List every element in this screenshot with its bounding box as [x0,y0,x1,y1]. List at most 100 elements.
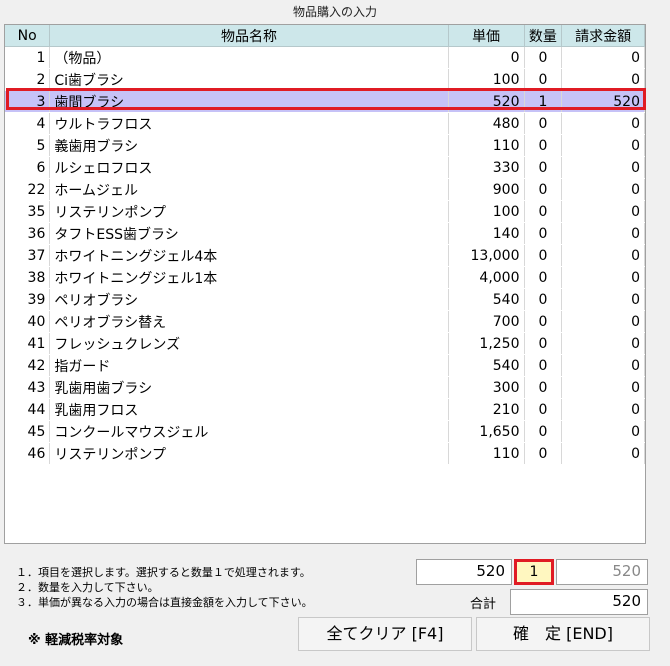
row-no: 5 [5,134,51,157]
row-no: 44 [5,398,51,421]
quantity-field[interactable]: 1 [514,559,554,585]
row-unit-price: 540 [448,354,525,377]
items-grid[interactable]: No 物品名称 単価 数量 請求金額 1 （物品） 0 0 0 2 Ci歯ブラシ 100 0 0 3… [4,24,646,544]
row-quantity: 0 [524,420,563,443]
row-unit-price: 140 [448,222,525,245]
row-name: リステリンポンプ [49,200,449,223]
table-row[interactable]: 37 ホワイトニングジェル4本 13,000 0 0 [5,244,645,267]
row-name: リステリンポンプ [49,442,449,465]
row-no: 4 [5,112,51,135]
row-amount: 0 [561,156,645,179]
instruction-3: ３．単価が異なる入力の場合は直接金額を入力して下さい。 [16,596,313,609]
items-table: No 物品名称 単価 数量 請求金額 1 （物品） 0 0 0 2 Ci歯ブラシ 100 0 0 3… [5,25,645,465]
total-field: 520 [510,589,648,615]
row-amount: 0 [561,68,645,91]
row-amount: 0 [561,134,645,157]
row-quantity: 0 [524,332,563,355]
table-row[interactable]: 2 Ci歯ブラシ 100 0 0 [5,68,645,91]
row-no: 37 [5,244,51,267]
header-row: No 物品名称 単価 数量 請求金額 [5,25,645,47]
row-unit-price: 110 [448,134,525,157]
window-title: 物品購入の入力 [292,5,377,19]
row-unit-price: 330 [448,156,525,179]
row-name: 指ガード [49,354,449,377]
amount-field[interactable]: 520 [556,559,648,585]
row-quantity: 0 [524,200,563,223]
table-row[interactable]: 1 （物品） 0 0 0 [5,46,645,69]
row-quantity: 0 [524,222,563,245]
table-row[interactable]: 38 ホワイトニングジェル1本 4,000 0 0 [5,266,645,289]
table-row[interactable]: 35 リステリンポンプ 100 0 0 [5,200,645,223]
row-quantity: 0 [524,354,563,377]
row-unit-price: 300 [448,376,525,399]
row-name: 乳歯用フロス [49,398,449,421]
row-amount: 0 [561,46,645,69]
row-no: 39 [5,288,51,311]
row-quantity: 0 [524,156,563,179]
instruction-1: １．項目を選択します。選択すると数量１で処理されます。 [16,566,311,579]
row-amount: 0 [561,112,645,135]
table-row[interactable]: 39 ペリオブラシ 540 0 0 [5,288,645,311]
table-row[interactable]: 4 ウルトラフロス 480 0 0 [5,112,645,135]
row-quantity: 0 [524,112,563,135]
row-no: 42 [5,354,51,377]
column-header-no[interactable]: No [5,25,51,47]
table-row[interactable]: 45 コンクールマウスジェル 1,650 0 0 [5,420,645,443]
row-amount: 0 [561,244,645,267]
row-amount: 0 [561,376,645,399]
table-body: 1 （物品） 0 0 0 2 Ci歯ブラシ 100 0 0 3 歯間ブラシ 520 1 520 4 ウルトラフロ… [5,46,645,465]
table-row[interactable]: 42 指ガード 540 0 0 [5,354,645,377]
row-no: 22 [5,178,51,201]
row-unit-price: 4,000 [448,266,525,289]
row-name: 乳歯用歯ブラシ [49,376,449,399]
row-name: コンクールマウスジェル [49,420,449,443]
row-amount: 0 [561,200,645,223]
table-row[interactable]: 44 乳歯用フロス 210 0 0 [5,398,645,421]
row-name: （物品） [49,46,449,69]
row-quantity: 1 [524,90,563,113]
table-row[interactable]: 46 リステリンポンプ 110 0 0 [5,442,645,465]
row-quantity: 0 [524,288,563,311]
row-no: 38 [5,266,51,289]
column-header-qty[interactable]: 数量 [524,25,563,47]
row-unit-price: 1,250 [448,332,525,355]
table-row[interactable]: 22 ホームジェル 900 0 0 [5,178,645,201]
row-amount: 0 [561,420,645,443]
row-unit-price: 1,650 [448,420,525,443]
row-amount: 0 [561,332,645,355]
table-row[interactable]: 41 フレッシュクレンズ 1,250 0 0 [5,332,645,355]
row-name: ウルトラフロス [49,112,449,135]
row-name: フレッシュクレンズ [49,332,449,355]
unit-price-field[interactable]: 520 [416,559,512,585]
instruction-2: ２．数量を入力して下さい。 [16,581,159,594]
row-name: 歯間ブラシ [49,90,449,113]
row-name: ペリオブラシ替え [49,310,449,333]
row-no: 1 [5,46,51,69]
table-row[interactable]: 6 ルシェロフロス 330 0 0 [5,156,645,179]
instructions: １．項目を選択します。選択すると数量１で処理されます。 ２．数量を入力して下さい… [16,565,313,610]
reduced-tax-note: ※ 軽減税率対象 [28,633,124,648]
row-name: ホワイトニングジェル4本 [49,244,449,267]
row-unit-price: 100 [448,200,525,223]
column-header-price[interactable]: 単価 [448,25,525,47]
row-name: ルシェロフロス [49,156,449,179]
row-unit-price: 480 [448,112,525,135]
column-header-name[interactable]: 物品名称 [49,25,449,47]
row-name: 義歯用ブラシ [49,134,449,157]
row-unit-price: 100 [448,68,525,91]
table-row[interactable]: 40 ペリオブラシ替え 700 0 0 [5,310,645,333]
row-no: 40 [5,310,51,333]
row-quantity: 0 [524,46,563,69]
column-header-amount[interactable]: 請求金額 [561,25,645,47]
clear-all-button[interactable]: 全てクリア [F4] [298,617,472,651]
table-row[interactable]: 5 義歯用ブラシ 110 0 0 [5,134,645,157]
row-name: Ci歯ブラシ [49,68,449,91]
table-row[interactable]: 43 乳歯用歯ブラシ 300 0 0 [5,376,645,399]
table-row[interactable]: 36 タフトESS歯ブラシ 140 0 0 [5,222,645,245]
row-no: 6 [5,156,51,179]
row-name: ペリオブラシ [49,288,449,311]
confirm-button[interactable]: 確 定 [END] [476,617,650,651]
row-quantity: 0 [524,266,563,289]
table-row[interactable]: 3 歯間ブラシ 520 1 520 [5,90,645,113]
row-no: 46 [5,442,51,465]
